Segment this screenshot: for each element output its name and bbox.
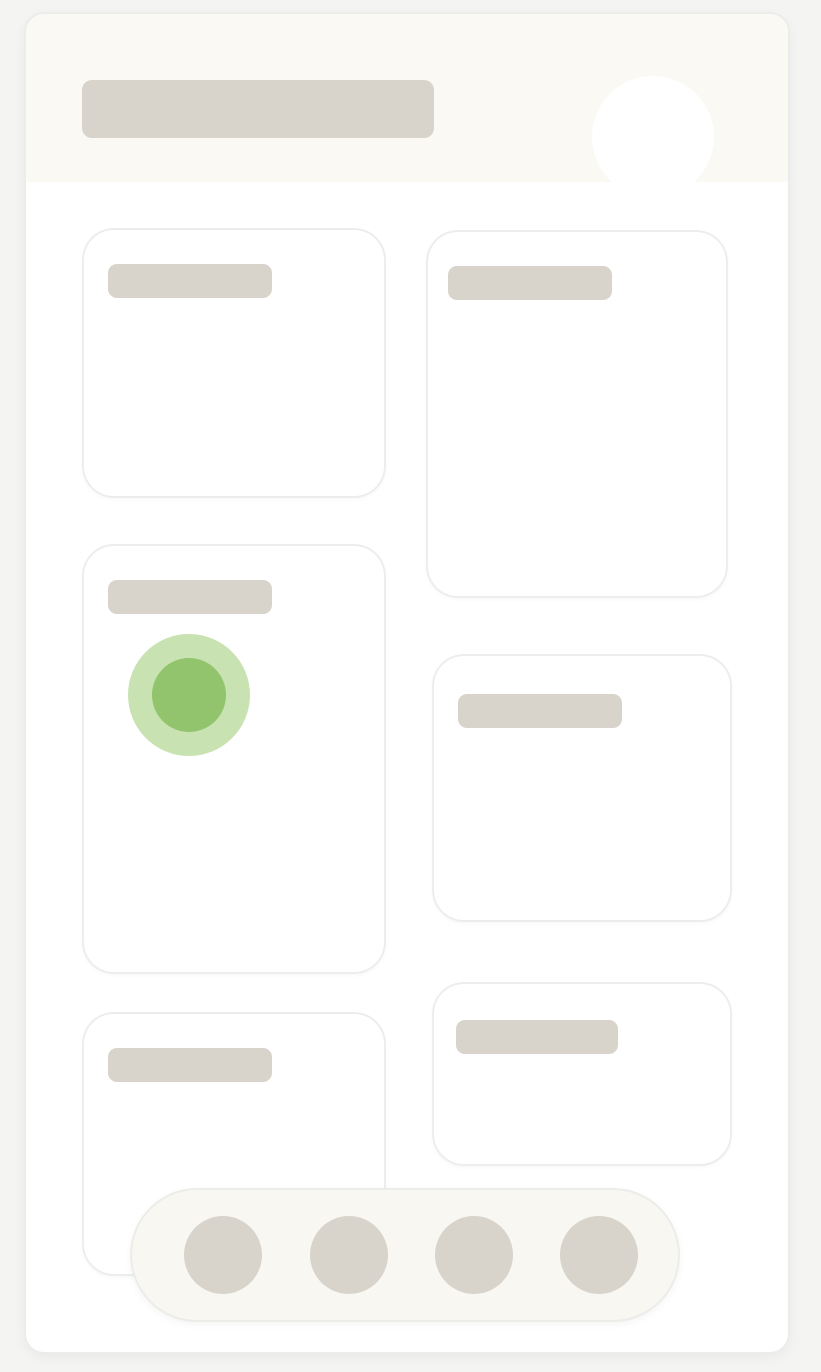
card-middle-right[interactable] — [434, 656, 730, 920]
card-bottom-right[interactable] — [434, 984, 730, 1164]
card-title-placeholder — [458, 694, 622, 728]
status-ring-icon — [128, 634, 250, 756]
card-title-placeholder — [448, 266, 612, 300]
header — [26, 14, 788, 198]
dock-circle-icon[interactable] — [184, 1216, 262, 1294]
card-title-placeholder — [108, 264, 272, 298]
dock-circle-icon[interactable] — [560, 1216, 638, 1294]
dock-circle-icon[interactable] — [435, 1216, 513, 1294]
card-title-placeholder — [108, 580, 272, 614]
card-title-placeholder — [108, 1048, 272, 1082]
status-dot-icon — [152, 658, 226, 732]
card-middle-left[interactable] — [84, 546, 384, 972]
avatar-icon[interactable] — [592, 76, 714, 198]
app-window — [26, 14, 788, 1352]
card-title-placeholder — [456, 1020, 618, 1054]
bottom-dock — [132, 1190, 678, 1320]
dock-circle-icon[interactable] — [310, 1216, 388, 1294]
card-top-left[interactable] — [84, 230, 384, 496]
header-title-placeholder — [82, 80, 434, 138]
card-top-right[interactable] — [428, 232, 726, 596]
